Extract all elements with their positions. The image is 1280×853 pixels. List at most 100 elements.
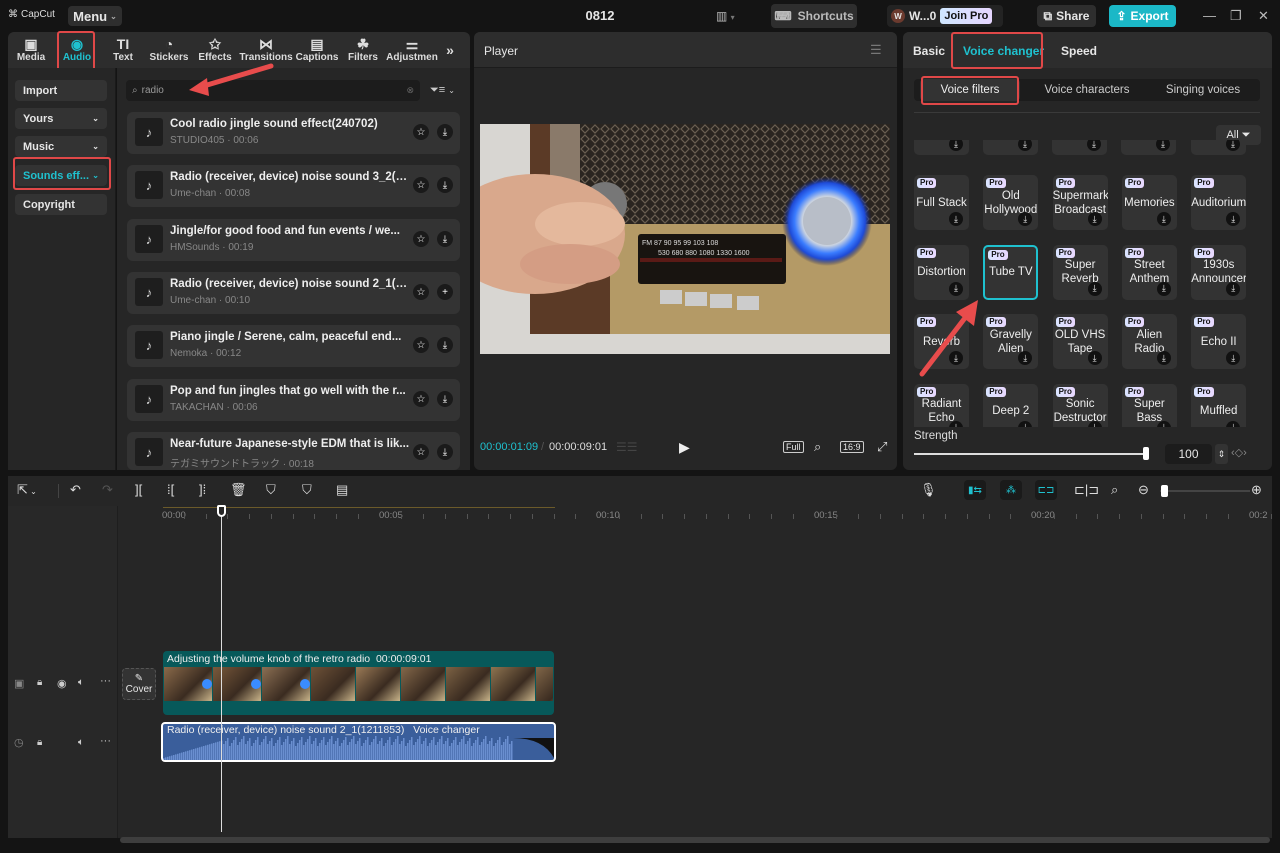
marker-add-icon[interactable]: ⛉ — [266, 482, 276, 498]
download-icon[interactable]: ⤓ — [1156, 281, 1171, 296]
voice-filter-card[interactable]: Pro Distortion ⤓ — [914, 244, 969, 300]
voice-filter-card[interactable]: Pro Echo II ⤓ — [1191, 314, 1247, 369]
redo-icon[interactable]: ↷ — [102, 482, 113, 498]
voice-filter-card[interactable]: Pro Super Bass ⤓ — [1121, 383, 1177, 427]
delete-icon[interactable]: 🗑 — [230, 482, 247, 498]
tab-speed[interactable]: Speed — [1061, 44, 1097, 58]
list-item[interactable]: ♪ Radio (receiver, device) noise sound 3_… — [127, 165, 460, 207]
voice-filter-card[interactable]: Pro Super Reverb ⤓ — [1052, 244, 1108, 300]
linkage-icon[interactable]: ⊏⊐ — [1035, 480, 1057, 500]
sidebar-item-import[interactable]: Import — [15, 80, 107, 101]
user-account[interactable]: W W...0 Join Pro — [887, 5, 1003, 27]
export-button[interactable]: ⇪ Export — [1109, 5, 1176, 27]
voice-filter-card[interactable]: Pro Alien Radio ⤓ — [1121, 314, 1177, 369]
main-track-magnet-icon[interactable]: ▮⇆ — [964, 480, 986, 500]
download-icon[interactable]: ⤓ — [437, 177, 453, 193]
timeline-scrollbar[interactable] — [120, 837, 1270, 843]
mute-icon[interactable]: 🔈︎ — [78, 737, 84, 748]
timeline-zoom-handle[interactable] — [1161, 485, 1168, 497]
tool-captions[interactable]: ▤ Captions — [294, 32, 340, 68]
join-pro-button[interactable]: Join Pro — [940, 8, 993, 24]
download-icon[interactable]: ⤓ — [437, 391, 453, 407]
list-item[interactable]: ♪ Radio (receiver, device) noise sound 2_… — [127, 272, 460, 314]
favorite-icon[interactable]: ☆ — [413, 284, 429, 300]
download-icon[interactable]: ⤓ — [1226, 212, 1241, 226]
favorite-icon[interactable]: ☆ — [413, 391, 429, 407]
download-icon[interactable]: ⤓ — [1226, 420, 1241, 427]
voice-filter-card[interactable]: Pro Deep 2 ⤓ — [983, 383, 1039, 427]
download-icon[interactable]: ⤓ — [1226, 351, 1241, 365]
lock-icon[interactable]: 🔒︎ — [37, 677, 42, 688]
cover-button[interactable]: ✎ Cover — [122, 668, 156, 700]
playhead[interactable] — [221, 506, 222, 832]
favorite-icon[interactable]: ☆ — [413, 177, 429, 193]
split-icon[interactable]: ][ — [135, 482, 142, 497]
download-icon[interactable]: ⤓ — [1087, 351, 1102, 365]
player-menu-icon[interactable]: ☰ — [870, 42, 882, 58]
zoom-out-icon[interactable]: ⊖ — [1138, 482, 1149, 498]
strength-stepper-icon[interactable]: ⇕ — [1215, 444, 1228, 464]
auto-snap-icon[interactable]: ⁂ — [1000, 480, 1022, 500]
download-icon[interactable]: ⤓ — [437, 337, 453, 353]
tool-filters[interactable]: ☘ Filters — [340, 32, 386, 68]
mute-icon[interactable]: 🔈︎ — [78, 677, 84, 688]
voice-filter-card[interactable]: ProSupermarket Broadcast⤓ — [1052, 175, 1108, 230]
list-item[interactable]: ♪ Near-future Japanese-style EDM that is … — [127, 432, 460, 470]
waveform-toggle-icon[interactable]: ☰☰ — [616, 440, 638, 454]
voice-filter-card[interactable]: Pro 1930s Announcer ⤓ — [1191, 244, 1247, 300]
favorite-icon[interactable]: ☆ — [413, 124, 429, 140]
more-options-icon[interactable]: ··· — [100, 675, 111, 687]
maximize-icon[interactable]: ❐ — [1230, 8, 1242, 24]
aspect-ratio-button[interactable]: 16:9 — [840, 441, 864, 453]
microphone-icon[interactable]: 🎙 — [920, 482, 937, 498]
voice-filter-card[interactable]: Pro OLD VHS Tape ⤓ — [1052, 314, 1108, 369]
strength-value-input[interactable]: 100 — [1165, 444, 1212, 464]
download-icon[interactable]: ⤓ — [1087, 281, 1102, 296]
more-options-icon[interactable]: ··· — [100, 735, 111, 747]
zoom-to-fit-icon[interactable]: ⌕ — [1111, 482, 1118, 498]
full-quality-button[interactable]: Full — [783, 441, 804, 453]
trim-left-icon[interactable]: ⁞[ — [167, 482, 174, 497]
strength-slider[interactable] — [914, 453, 1146, 455]
auto-captions-icon[interactable]: ▤ — [336, 482, 348, 498]
download-icon[interactable]: ⤓ — [949, 212, 963, 226]
list-item[interactable]: ♪ Piano jingle / Serene, calm, peaceful e… — [127, 325, 460, 367]
sidebar-item-copyright[interactable]: Copyright — [15, 194, 107, 215]
download-icon[interactable]: ⤓ — [1156, 351, 1171, 365]
menu-button[interactable]: Menu ⌄ — [68, 6, 122, 26]
tab-basic[interactable]: Basic — [913, 44, 945, 58]
download-icon[interactable]: ⤓ — [1018, 351, 1033, 365]
subtab-singing-voices[interactable]: Singing voices — [1150, 79, 1256, 101]
voice-filter-card[interactable]: Pro Full Stack ⤓ — [914, 175, 969, 230]
playhead-handle[interactable] — [217, 505, 226, 517]
strength-slider-handle[interactable] — [1143, 447, 1149, 460]
favorite-icon[interactable]: ☆ — [413, 231, 429, 247]
download-icon[interactable]: ⤓ — [1087, 212, 1102, 226]
clear-search-icon[interactable]: ⊗ — [406, 85, 414, 96]
sort-filter-button[interactable]: ⏷≡ ⌄ — [430, 84, 455, 97]
select-tool-icon[interactable]: ⇱ ⌄ — [17, 482, 37, 498]
add-icon[interactable]: + — [437, 284, 453, 300]
tool-adjustment[interactable]: ⚌ Adjustmen — [386, 32, 438, 68]
voice-filter-card[interactable]: Pro Radiant Echo ⤓ — [914, 383, 969, 427]
favorite-icon[interactable]: ☆ — [413, 337, 429, 353]
fullscreen-icon[interactable]: ⤢ — [877, 439, 887, 455]
download-icon[interactable]: ⤓ — [1226, 281, 1241, 296]
voice-filter-card[interactable]: Pro Memories ⤓ — [1121, 175, 1177, 230]
minimize-icon[interactable]: — — [1203, 8, 1216, 23]
tool-media[interactable]: ▣ Media — [8, 32, 54, 68]
download-icon[interactable]: ⤓ — [437, 231, 453, 247]
visibility-icon[interactable]: ◉ — [57, 677, 67, 690]
download-icon[interactable]: ⤓ — [437, 124, 453, 140]
lock-icon[interactable]: 🔒︎ — [37, 737, 42, 748]
sidebar-item-music[interactable]: Music ⌄ — [15, 136, 107, 157]
more-tools-icon[interactable]: » — [438, 32, 462, 68]
voice-filter-card[interactable]: Pro Street Anthem ⤓ — [1121, 244, 1177, 300]
keyframe-icon[interactable]: ‹◇› — [1231, 446, 1247, 459]
tool-text[interactable]: TI Text — [100, 32, 146, 68]
download-icon[interactable]: ⤓ — [1018, 420, 1033, 427]
timeline-ruler[interactable]: 00:00 00:05 00:10 00:15 00:20 00:2 — [118, 506, 1273, 522]
download-icon[interactable]: ⤓ — [1018, 212, 1033, 226]
list-item[interactable]: ♪ Pop and fun jingles that go well with t… — [127, 379, 460, 421]
trim-right-icon[interactable]: ]⁞ — [199, 482, 206, 497]
